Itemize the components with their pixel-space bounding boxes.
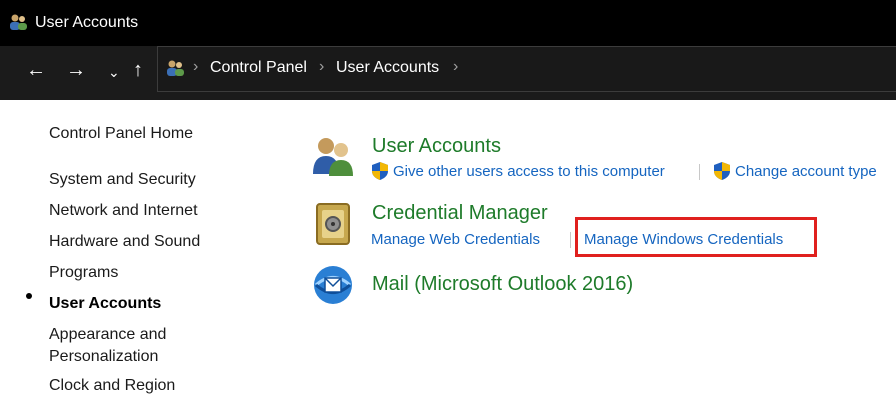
chevron-right-icon[interactable]: ›	[453, 58, 458, 76]
chevron-right-icon: ›	[193, 58, 199, 75]
forward-arrow-icon[interactable]: →	[66, 58, 86, 82]
sidebar-item-hardware-and-sound[interactable]: Hardware and Sound	[49, 231, 200, 253]
uac-shield-icon	[714, 162, 730, 180]
sidebar-item-personalization[interactable]: Personalization	[49, 346, 158, 368]
navigation-bar: ← → ⌄ ↑ › Control Panel › User Accounts …	[0, 46, 896, 100]
up-arrow-icon[interactable]: ↑	[133, 58, 143, 82]
sidebar-item-control-panel-home[interactable]: Control Panel Home	[49, 123, 193, 145]
users-icon[interactable]	[311, 134, 355, 178]
task-separator	[570, 232, 571, 248]
sidebar-item-clock-and-region[interactable]: Clock and Region	[49, 375, 175, 397]
breadcrumb-control-panel[interactable]: Control Panel	[210, 59, 307, 77]
chevron-right-icon: ›	[319, 58, 325, 75]
category-title-mail[interactable]: Mail (Microsoft Outlook 2016)	[372, 273, 633, 296]
sidebar-item-appearance[interactable]: Appearance and	[49, 324, 166, 346]
back-arrow-icon[interactable]: ←	[26, 58, 46, 82]
category-title-credential-manager[interactable]: Credential Manager	[372, 202, 548, 225]
current-item-bullet	[26, 293, 32, 299]
category-title-user-accounts[interactable]: User Accounts	[372, 135, 501, 158]
mail-icon[interactable]	[312, 264, 354, 306]
sidebar-item-network-and-internet[interactable]: Network and Internet	[49, 200, 198, 222]
task-separator	[699, 164, 700, 180]
sidebar-item-programs[interactable]: Programs	[49, 262, 118, 284]
users-icon	[167, 60, 184, 76]
uac-shield-icon	[372, 162, 388, 180]
sidebar-item-user-accounts: User Accounts	[49, 295, 162, 312]
sidebar-item-system-and-security[interactable]: System and Security	[49, 169, 196, 191]
window-title: User Accounts	[35, 14, 139, 31]
users-icon	[10, 14, 27, 30]
address-bar[interactable]: › Control Panel › User Accounts ›	[157, 46, 896, 92]
credential-vault-icon[interactable]	[313, 202, 353, 246]
task-manage-web-credentials[interactable]: Manage Web Credentials	[371, 231, 540, 248]
highlight-annotation-box	[575, 217, 817, 257]
task-change-account-type[interactable]: Change account type	[735, 163, 877, 180]
task-give-other-users-access[interactable]: Give other users access to this computer	[393, 163, 665, 180]
breadcrumb-user-accounts[interactable]: User Accounts	[336, 59, 439, 77]
title-bar: User Accounts	[0, 0, 896, 46]
chevron-down-icon[interactable]: ⌄	[108, 60, 120, 84]
